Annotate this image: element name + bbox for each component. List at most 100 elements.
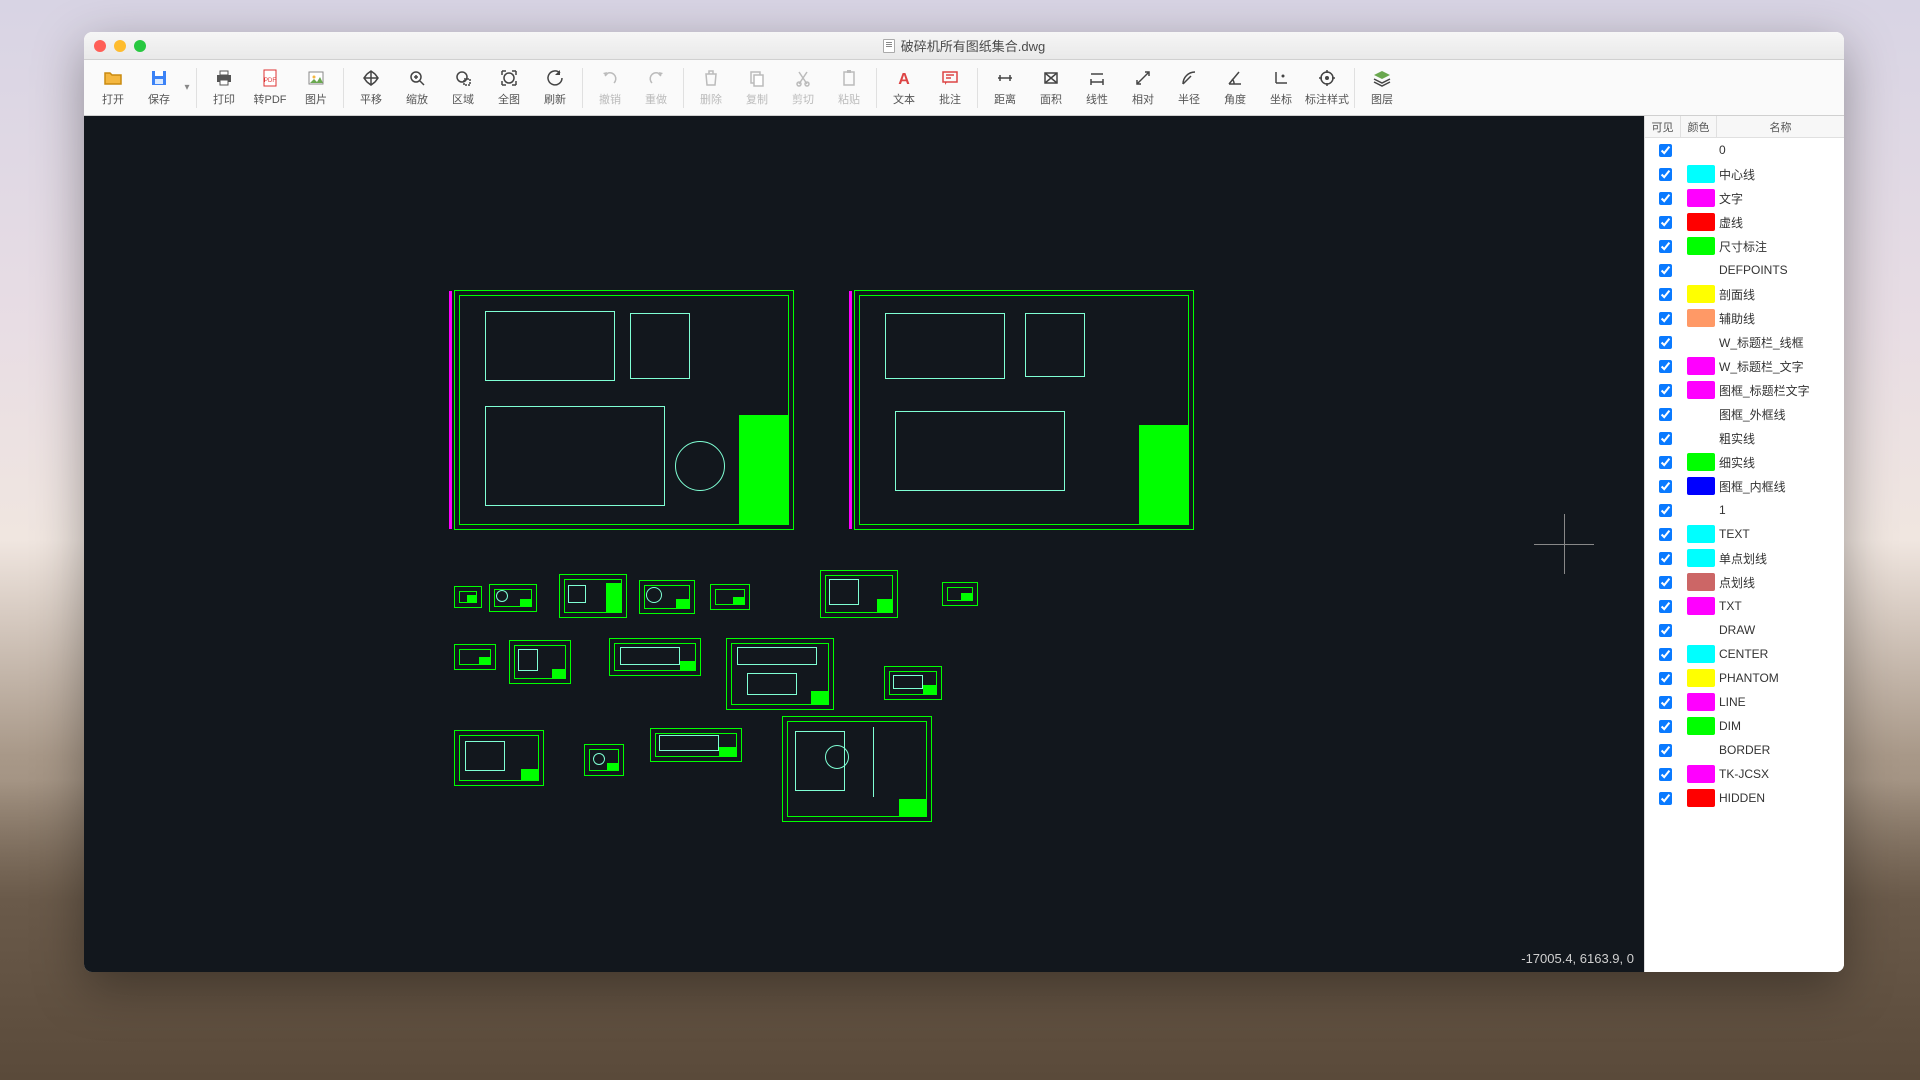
layer-visibility-checkbox[interactable] bbox=[1659, 792, 1672, 805]
layer-row[interactable]: 粗实线 bbox=[1645, 426, 1844, 450]
layer-visibility-checkbox[interactable] bbox=[1659, 312, 1672, 325]
layer-color-swatch[interactable] bbox=[1687, 165, 1715, 183]
full-button[interactable]: 全图 bbox=[486, 64, 532, 112]
layer-visibility-checkbox[interactable] bbox=[1659, 744, 1672, 757]
layer-row[interactable]: 1 bbox=[1645, 498, 1844, 522]
layer-color-swatch[interactable] bbox=[1687, 429, 1715, 447]
drawing-sheet[interactable] bbox=[639, 580, 695, 614]
drawing-sheet[interactable] bbox=[509, 640, 571, 684]
layer-color-swatch[interactable] bbox=[1687, 621, 1715, 639]
layer-color-swatch[interactable] bbox=[1687, 141, 1715, 159]
layer-visibility-checkbox[interactable] bbox=[1659, 432, 1672, 445]
layer-row[interactable]: HIDDEN bbox=[1645, 786, 1844, 810]
distance-button[interactable]: 距离 bbox=[982, 64, 1028, 112]
layer-color-swatch[interactable] bbox=[1687, 237, 1715, 255]
layer-visibility-checkbox[interactable] bbox=[1659, 624, 1672, 637]
layer-row[interactable]: 细实线 bbox=[1645, 450, 1844, 474]
layer-color-swatch[interactable] bbox=[1687, 357, 1715, 375]
layer-color-swatch[interactable] bbox=[1687, 501, 1715, 519]
layers-list[interactable]: 0中心线文字虚线尺寸标注DEFPOINTS剖面线辅助线W_标题栏_线框W_标题栏… bbox=[1645, 138, 1844, 972]
layer-row[interactable]: CENTER bbox=[1645, 642, 1844, 666]
layer-color-swatch[interactable] bbox=[1687, 765, 1715, 783]
layer-color-swatch[interactable] bbox=[1687, 573, 1715, 591]
layer-visibility-checkbox[interactable] bbox=[1659, 480, 1672, 493]
layer-color-swatch[interactable] bbox=[1687, 645, 1715, 663]
header-visible[interactable]: 可见 bbox=[1645, 116, 1681, 137]
header-name[interactable]: 名称 bbox=[1717, 116, 1844, 137]
coord-button[interactable]: 坐标 bbox=[1258, 64, 1304, 112]
drawing-sheet[interactable] bbox=[559, 574, 627, 618]
drawing-sheet[interactable] bbox=[454, 290, 794, 530]
note-button[interactable]: 批注 bbox=[927, 64, 973, 112]
angle-button[interactable]: 角度 bbox=[1212, 64, 1258, 112]
layer-row[interactable]: 图框_内框线 bbox=[1645, 474, 1844, 498]
layer-row[interactable]: 文字 bbox=[1645, 186, 1844, 210]
layer-color-swatch[interactable] bbox=[1687, 549, 1715, 567]
drawing-sheet[interactable] bbox=[609, 638, 701, 676]
layer-color-swatch[interactable] bbox=[1687, 669, 1715, 687]
layer-visibility-checkbox[interactable] bbox=[1659, 192, 1672, 205]
drawing-sheet[interactable] bbox=[820, 570, 898, 618]
layer-visibility-checkbox[interactable] bbox=[1659, 768, 1672, 781]
layer-visibility-checkbox[interactable] bbox=[1659, 144, 1672, 157]
drawing-sheet[interactable] bbox=[782, 716, 932, 822]
layer-row[interactable]: W_标题栏_文字 bbox=[1645, 354, 1844, 378]
layer-row[interactable]: PHANTOM bbox=[1645, 666, 1844, 690]
layer-visibility-checkbox[interactable] bbox=[1659, 216, 1672, 229]
layer-row[interactable]: 剖面线 bbox=[1645, 282, 1844, 306]
print-button[interactable]: 打印 bbox=[201, 64, 247, 112]
layer-color-swatch[interactable] bbox=[1687, 477, 1715, 495]
layer-visibility-checkbox[interactable] bbox=[1659, 264, 1672, 277]
layer-row[interactable]: 图框_外框线 bbox=[1645, 402, 1844, 426]
zoom-button[interactable]: 缩放 bbox=[394, 64, 440, 112]
layer-row[interactable]: TK-JCSX bbox=[1645, 762, 1844, 786]
layer-visibility-checkbox[interactable] bbox=[1659, 528, 1672, 541]
layer-visibility-checkbox[interactable] bbox=[1659, 672, 1672, 685]
layer-visibility-checkbox[interactable] bbox=[1659, 360, 1672, 373]
layer-color-swatch[interactable] bbox=[1687, 741, 1715, 759]
drawing-sheet[interactable] bbox=[584, 744, 624, 776]
layer-row[interactable]: W_标题栏_线框 bbox=[1645, 330, 1844, 354]
layer-row[interactable]: TXT bbox=[1645, 594, 1844, 618]
image-button[interactable]: 图片 bbox=[293, 64, 339, 112]
drawing-sheet[interactable] bbox=[650, 728, 742, 762]
drawing-sheet[interactable] bbox=[726, 638, 834, 710]
drawing-sheet[interactable] bbox=[854, 290, 1194, 530]
layer-row[interactable]: BORDER bbox=[1645, 738, 1844, 762]
layer-row[interactable]: 尺寸标注 bbox=[1645, 234, 1844, 258]
layer-visibility-checkbox[interactable] bbox=[1659, 456, 1672, 469]
layer-row[interactable]: LINE bbox=[1645, 690, 1844, 714]
layer-row[interactable]: DEFPOINTS bbox=[1645, 258, 1844, 282]
layer-color-swatch[interactable] bbox=[1687, 693, 1715, 711]
layer-visibility-checkbox[interactable] bbox=[1659, 648, 1672, 661]
area-button[interactable]: 面积 bbox=[1028, 64, 1074, 112]
layer-color-swatch[interactable] bbox=[1687, 261, 1715, 279]
layer-row[interactable]: 中心线 bbox=[1645, 162, 1844, 186]
drawing-canvas[interactable]: -17005.4, 6163.9, 0 bbox=[84, 116, 1644, 972]
drawing-sheet[interactable] bbox=[454, 730, 544, 786]
pan-button[interactable]: 平移 bbox=[348, 64, 394, 112]
layer-visibility-checkbox[interactable] bbox=[1659, 168, 1672, 181]
topdf-button[interactable]: PDF转PDF bbox=[247, 64, 293, 112]
layer-color-swatch[interactable] bbox=[1687, 717, 1715, 735]
layer-color-swatch[interactable] bbox=[1687, 309, 1715, 327]
layer-visibility-checkbox[interactable] bbox=[1659, 408, 1672, 421]
layer-row[interactable]: 0 bbox=[1645, 138, 1844, 162]
open-button[interactable]: 打开 bbox=[90, 64, 136, 112]
layer-color-swatch[interactable] bbox=[1687, 381, 1715, 399]
layer-row[interactable]: 点划线 bbox=[1645, 570, 1844, 594]
layer-row[interactable]: 虚线 bbox=[1645, 210, 1844, 234]
layer-color-swatch[interactable] bbox=[1687, 405, 1715, 423]
drawing-sheet[interactable] bbox=[710, 584, 750, 610]
layer-visibility-checkbox[interactable] bbox=[1659, 288, 1672, 301]
region-button[interactable]: 区域 bbox=[440, 64, 486, 112]
layer-row[interactable]: TEXT bbox=[1645, 522, 1844, 546]
layer-row[interactable]: DIM bbox=[1645, 714, 1844, 738]
drawing-sheet[interactable] bbox=[489, 584, 537, 612]
layer-color-swatch[interactable] bbox=[1687, 789, 1715, 807]
layer-row[interactable]: DRAW bbox=[1645, 618, 1844, 642]
layer-visibility-checkbox[interactable] bbox=[1659, 240, 1672, 253]
layer-visibility-checkbox[interactable] bbox=[1659, 600, 1672, 613]
layer-color-swatch[interactable] bbox=[1687, 189, 1715, 207]
linear-button[interactable]: 线性 bbox=[1074, 64, 1120, 112]
